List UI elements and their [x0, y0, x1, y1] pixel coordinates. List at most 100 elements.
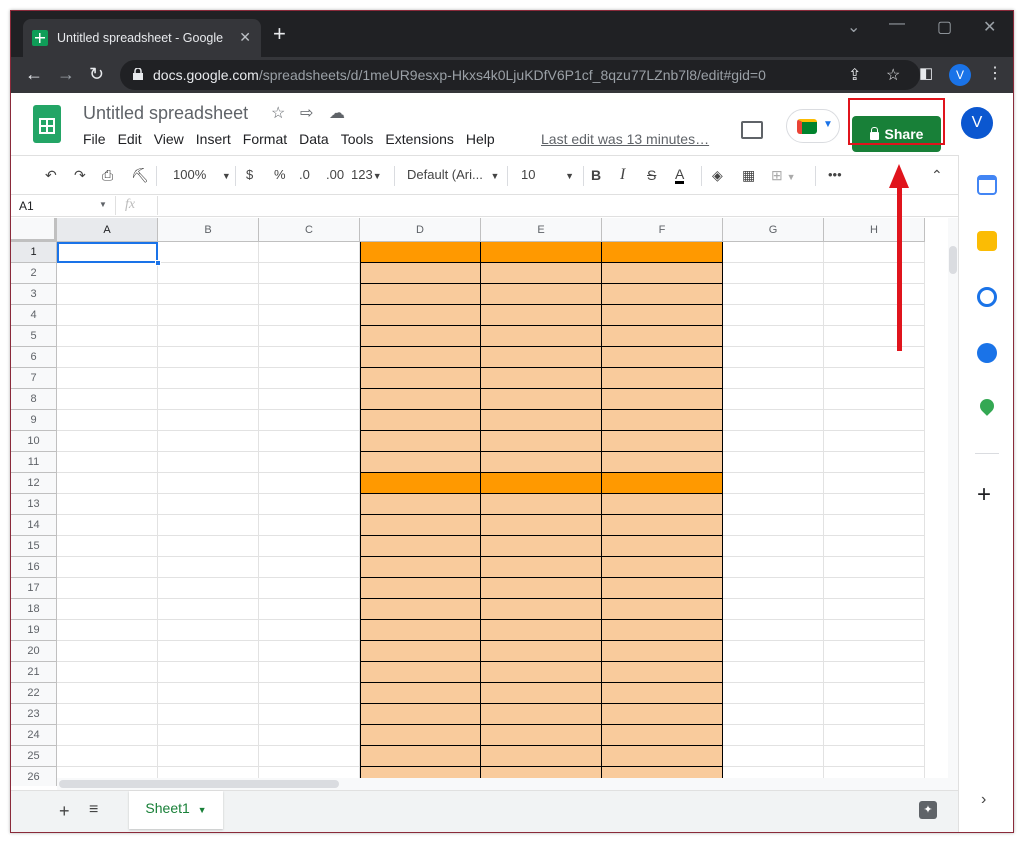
menu-insert[interactable]: Insert	[196, 131, 231, 147]
cell-g22[interactable]	[723, 683, 824, 704]
cell-d23[interactable]	[360, 704, 481, 725]
collapse-menus-icon[interactable]: ⌃	[931, 167, 943, 184]
cell-d6[interactable]	[360, 347, 481, 368]
cell-b23[interactable]	[158, 704, 259, 725]
browser-tab[interactable]: Untitled spreadsheet - Google Sh ✕	[23, 19, 261, 57]
vertical-scrollbar[interactable]	[948, 218, 958, 786]
cell-e19[interactable]	[481, 620, 602, 641]
menu-data[interactable]: Data	[299, 131, 329, 147]
cell-c19[interactable]	[259, 620, 360, 641]
row-header-22[interactable]: 22	[11, 683, 57, 704]
cell-f12[interactable]	[602, 473, 723, 494]
italic-button[interactable]: I	[620, 166, 625, 184]
cell-b16[interactable]	[158, 557, 259, 578]
cell-a2[interactable]	[57, 263, 158, 284]
column-header-c[interactable]: C	[259, 218, 360, 242]
cell-b21[interactable]	[158, 662, 259, 683]
row-header-18[interactable]: 18	[11, 599, 57, 620]
menu-view[interactable]: View	[154, 131, 184, 147]
borders-icon[interactable]: ▦	[742, 167, 755, 184]
cell-g21[interactable]	[723, 662, 824, 683]
cell-c11[interactable]	[259, 452, 360, 473]
cell-a10[interactable]	[57, 431, 158, 452]
cell-c7[interactable]	[259, 368, 360, 389]
cell-d20[interactable]	[360, 641, 481, 662]
row-header-26[interactable]: 26	[11, 767, 57, 786]
cell-d15[interactable]	[360, 536, 481, 557]
column-header-f[interactable]: F	[602, 218, 723, 242]
row-header-15[interactable]: 15	[11, 536, 57, 557]
row-header-14[interactable]: 14	[11, 515, 57, 536]
redo-icon[interactable]: ↷	[74, 167, 86, 184]
paint-format-icon[interactable]: ⛏	[131, 167, 149, 184]
contacts-icon[interactable]	[977, 343, 997, 363]
cell-d3[interactable]	[360, 284, 481, 305]
cell-b5[interactable]	[158, 326, 259, 347]
sheet-tab-sheet1[interactable]: Sheet1 ▼	[129, 791, 223, 829]
keep-icon[interactable]	[977, 231, 997, 251]
cell-e14[interactable]	[481, 515, 602, 536]
cell-b12[interactable]	[158, 473, 259, 494]
meet-button[interactable]: ▼	[786, 109, 840, 143]
cell-g14[interactable]	[723, 515, 824, 536]
cell-b22[interactable]	[158, 683, 259, 704]
cell-e20[interactable]	[481, 641, 602, 662]
cell-e1[interactable]	[481, 242, 602, 263]
cell-c8[interactable]	[259, 389, 360, 410]
cell-h5[interactable]	[824, 326, 925, 347]
cell-h23[interactable]	[824, 704, 925, 725]
cell-f14[interactable]	[602, 515, 723, 536]
row-header-23[interactable]: 23	[11, 704, 57, 725]
cell-f2[interactable]	[602, 263, 723, 284]
zoom-select[interactable]: 100% ▼	[173, 167, 231, 182]
close-tab-icon[interactable]: ✕	[239, 29, 251, 46]
cell-b17[interactable]	[158, 578, 259, 599]
cell-h17[interactable]	[824, 578, 925, 599]
cell-h18[interactable]	[824, 599, 925, 620]
cell-h12[interactable]	[824, 473, 925, 494]
cell-g2[interactable]	[723, 263, 824, 284]
row-header-20[interactable]: 20	[11, 641, 57, 662]
row-header-12[interactable]: 12	[11, 473, 57, 494]
row-header-24[interactable]: 24	[11, 725, 57, 746]
cell-h16[interactable]	[824, 557, 925, 578]
cell-g18[interactable]	[723, 599, 824, 620]
row-header-2[interactable]: 2	[11, 263, 57, 284]
cell-c3[interactable]	[259, 284, 360, 305]
side-panel-icon[interactable]: ◧	[919, 65, 933, 83]
cell-a4[interactable]	[57, 305, 158, 326]
font-size-select[interactable]: 10 ▼	[521, 167, 574, 182]
cell-f15[interactable]	[602, 536, 723, 557]
cell-f7[interactable]	[602, 368, 723, 389]
cell-b19[interactable]	[158, 620, 259, 641]
omnibox[interactable]: docs.google.com/spreadsheets/d/1meUR9esx…	[120, 60, 920, 90]
all-sheets-icon[interactable]: ≡	[89, 801, 98, 819]
cell-e11[interactable]	[481, 452, 602, 473]
cell-d7[interactable]	[360, 368, 481, 389]
cell-a3[interactable]	[57, 284, 158, 305]
cell-a24[interactable]	[57, 725, 158, 746]
cell-a19[interactable]	[57, 620, 158, 641]
more-options-button[interactable]: •••	[828, 167, 842, 182]
maximize-icon[interactable]: ▢	[937, 17, 952, 37]
cell-a12[interactable]	[57, 473, 158, 494]
cell-f5[interactable]	[602, 326, 723, 347]
new-tab-icon[interactable]: +	[273, 23, 286, 45]
cell-f6[interactable]	[602, 347, 723, 368]
share-page-icon[interactable]: ⇪	[848, 65, 861, 85]
cell-f23[interactable]	[602, 704, 723, 725]
cell-f22[interactable]	[602, 683, 723, 704]
cell-d5[interactable]	[360, 326, 481, 347]
reload-icon[interactable]: ↻	[89, 65, 104, 83]
cell-h10[interactable]	[824, 431, 925, 452]
cell-g20[interactable]	[723, 641, 824, 662]
row-header-17[interactable]: 17	[11, 578, 57, 599]
forward-icon[interactable]: →	[57, 65, 75, 83]
cell-b18[interactable]	[158, 599, 259, 620]
cell-g12[interactable]	[723, 473, 824, 494]
tasks-icon[interactable]	[977, 287, 997, 307]
cell-h19[interactable]	[824, 620, 925, 641]
cell-a18[interactable]	[57, 599, 158, 620]
cell-h24[interactable]	[824, 725, 925, 746]
cell-g1[interactable]	[723, 242, 824, 263]
